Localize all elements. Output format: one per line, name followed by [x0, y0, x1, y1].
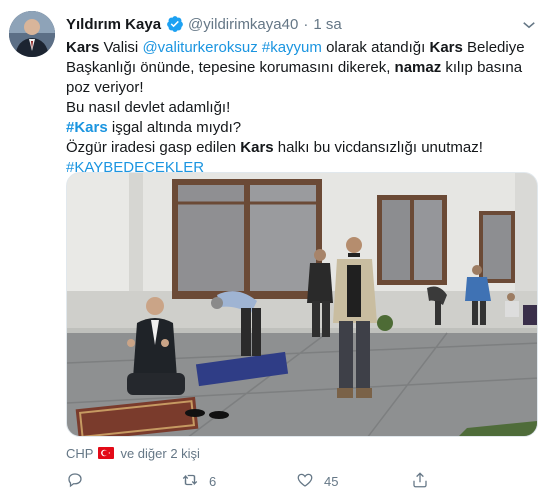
tweet-text-line-4: Özgür iradesi gasp edilen Kars halkı bu …	[66, 138, 536, 158]
reply-icon	[66, 471, 94, 492]
highlight-word: Kars	[240, 139, 274, 156]
text-span: işgal altında mıydı?	[107, 119, 242, 136]
mention-link[interactable]: @valiturkeroksuz	[142, 39, 257, 56]
tweet-text-line-1: Kars Valisi @valiturkeroksuz #kayyum ola…	[66, 38, 536, 98]
photo-scene	[67, 173, 537, 436]
tweet-context-line[interactable]: CHP ve diğer 2 kişi	[66, 444, 200, 462]
others-label[interactable]: ve diğer 2 kişi	[120, 446, 199, 461]
share-button[interactable]	[411, 471, 526, 492]
text-span: Özgür iradesi gasp edilen	[66, 139, 241, 156]
hashtag-link[interactable]: #Kars	[66, 119, 108, 136]
retweet-button[interactable]: 6	[181, 471, 296, 492]
like-count: 45	[324, 473, 339, 489]
avatar-image	[9, 11, 55, 57]
window	[377, 195, 447, 285]
separator-dot: ·	[303, 15, 309, 33]
tweet-header: Yıldırım Kaya @yildirimkaya40 · 1 sa	[66, 14, 342, 34]
tweet-card[interactable]: Yıldırım Kaya @yildirimkaya40 · 1 sa Kar…	[0, 0, 550, 497]
tweet-photo[interactable]	[66, 172, 538, 437]
retweet-icon	[181, 471, 209, 492]
chevron-down-icon[interactable]	[520, 16, 538, 34]
verified-badge-icon	[166, 15, 184, 33]
highlight-word: namaz	[394, 59, 442, 76]
tweet-text-line-2: Bu nasıl devlet adamlığı!	[66, 99, 231, 116]
display-name[interactable]: Yıldırım Kaya	[66, 16, 161, 33]
text-span: Valisi	[99, 39, 143, 56]
reply-button[interactable]	[66, 471, 181, 492]
like-button[interactable]: 45	[296, 471, 411, 492]
highlight-word: Kars	[429, 39, 463, 56]
retweet-count: 6	[209, 473, 217, 489]
avatar[interactable]	[9, 11, 55, 57]
user-handle[interactable]: @yildirimkaya40	[188, 16, 298, 33]
window	[172, 179, 322, 299]
window	[479, 211, 515, 283]
share-icon	[411, 471, 439, 492]
tweet-text-line-3: #Kars işgal altında mıydı?	[66, 118, 536, 138]
party-label[interactable]: CHP	[66, 446, 93, 461]
hashtag-link[interactable]: #kayyum	[262, 39, 322, 56]
tweet-timestamp[interactable]: 1 sa	[313, 16, 341, 33]
tweet-actions: 6 45	[66, 470, 526, 492]
turkey-flag-icon	[98, 447, 115, 459]
text-span: olarak atandığı	[321, 39, 430, 56]
tweet-text: Kars Valisi @valiturkeroksuz #kayyum ola…	[66, 38, 536, 178]
highlight-word: Kars	[66, 39, 100, 56]
heart-icon	[296, 471, 324, 492]
text-span: halkı bu vicdansızlığı unutmaz!	[273, 139, 483, 156]
